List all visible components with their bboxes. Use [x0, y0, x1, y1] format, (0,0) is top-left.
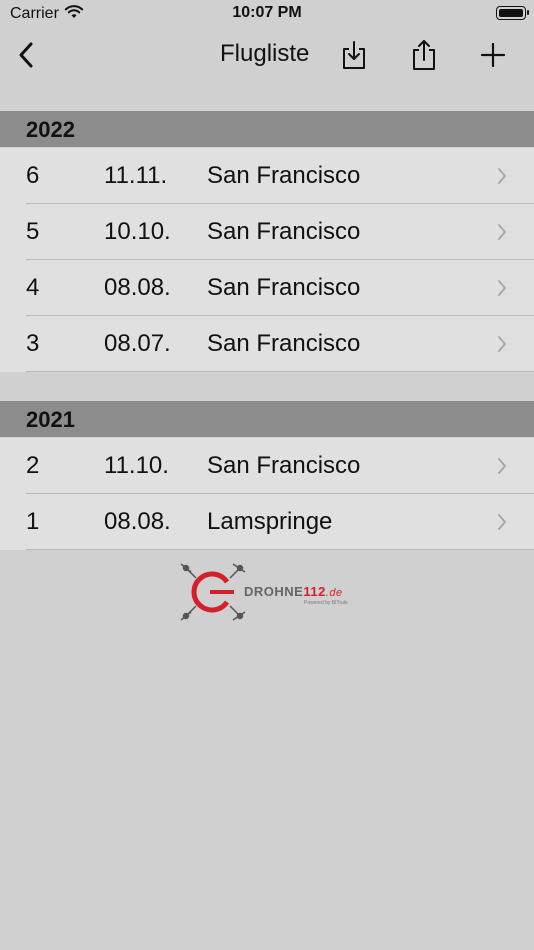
section-header-2022: 2022: [0, 111, 534, 147]
section-header-2021: 2021: [0, 401, 534, 437]
download-icon: [343, 41, 365, 69]
row-divider: [26, 549, 534, 550]
flight-number: 6: [26, 162, 40, 189]
chevron-right-icon: [498, 168, 506, 184]
flight-location: San Francisco: [207, 274, 361, 301]
flight-number: 4: [26, 274, 40, 301]
drohne112-logo: DROHNE112.de Powered by BITrule: [178, 560, 358, 624]
share-icon: [413, 40, 435, 70]
flight-row[interactable]: 6 11.11. San Francisco: [0, 148, 534, 204]
flight-number: 1: [26, 508, 40, 535]
logo-wordmark: DROHNE112.de: [244, 584, 343, 599]
flight-row[interactable]: 2 11.10. San Francisco: [0, 438, 534, 494]
flight-location: San Francisco: [207, 452, 361, 479]
flight-date: 11.10.: [104, 452, 169, 479]
flight-location: San Francisco: [207, 218, 361, 245]
logo-tagline: Powered by BITrule: [304, 600, 348, 606]
chevron-right-icon: [498, 514, 506, 530]
flight-date: 11.11.: [104, 162, 168, 189]
drone-logo-icon: [180, 563, 246, 621]
flight-date: 08.08.: [104, 274, 171, 301]
flight-location: San Francisco: [207, 162, 361, 189]
plus-icon: [480, 42, 506, 68]
flight-number: 5: [26, 218, 40, 245]
share-button[interactable]: [405, 30, 443, 80]
back-button[interactable]: [8, 30, 44, 80]
flight-row[interactable]: 1 08.08. Lamspringe: [0, 494, 534, 550]
status-bar: Carrier 10:07 PM: [0, 0, 534, 30]
chevron-right-icon: [498, 224, 506, 240]
flight-date: 08.07.: [104, 330, 171, 357]
battery-icon: [496, 6, 529, 20]
import-button[interactable]: [336, 30, 372, 80]
chevron-left-icon: [19, 42, 33, 68]
flight-date: 08.08.: [104, 508, 171, 535]
flight-location: Lamspringe: [207, 508, 333, 535]
flight-date: 10.10.: [104, 218, 171, 245]
navigation-bar: Flugliste: [0, 30, 534, 80]
flight-number: 3: [26, 330, 40, 357]
page-title: Flugliste: [220, 40, 310, 67]
row-divider: [26, 371, 534, 372]
flight-location: San Francisco: [207, 330, 361, 357]
add-flight-button[interactable]: [475, 30, 511, 80]
chevron-right-icon: [498, 458, 506, 474]
flight-number: 2: [26, 452, 40, 479]
flight-row[interactable]: 4 08.08. San Francisco: [0, 260, 534, 316]
chevron-right-icon: [498, 280, 506, 296]
flight-row[interactable]: 5 10.10. San Francisco: [0, 204, 534, 260]
chevron-right-icon: [498, 336, 506, 352]
clock: 10:07 PM: [232, 4, 302, 21]
flight-row[interactable]: 3 08.07. San Francisco: [0, 316, 534, 372]
